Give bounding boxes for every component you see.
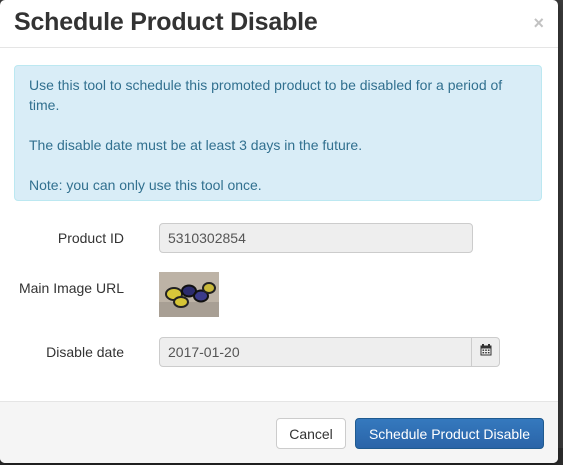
product-id-label: Product ID (57, 230, 124, 246)
info-alert: Use this tool to schedule this promoted … (14, 65, 542, 201)
product-id-field[interactable]: 5310302854 (159, 223, 473, 253)
disable-date-label: Disable date (46, 344, 124, 360)
modal-title: Schedule Product Disable (14, 8, 318, 36)
alert-text-requirement: The disable date must be at least 3 days… (29, 137, 363, 153)
alert-text-intro: Use this tool to schedule this promoted … (29, 77, 503, 113)
alert-text-note: Note: you can only use this tool once. (29, 177, 262, 193)
close-button[interactable]: × (533, 13, 544, 33)
calendar-icon (480, 343, 492, 361)
cancel-button[interactable]: Cancel (276, 418, 346, 449)
modal-footer: Cancel Schedule Product Disable (0, 401, 558, 463)
schedule-disable-modal: Schedule Product Disable × Use this tool… (0, 0, 558, 463)
disable-date-input[interactable]: 2017-01-20 (159, 337, 472, 367)
modal-header: Schedule Product Disable × (0, 0, 558, 48)
calendar-button[interactable] (471, 337, 500, 367)
main-image-url-label: Main Image URL (18, 280, 124, 296)
schedule-product-disable-button[interactable]: Schedule Product Disable (355, 418, 544, 449)
sunglasses-product-image[interactable] (159, 272, 219, 317)
